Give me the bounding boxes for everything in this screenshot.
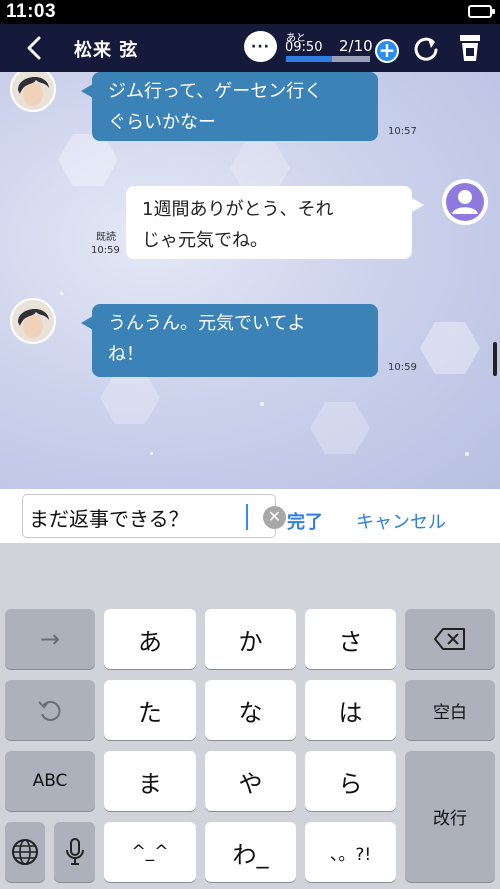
- key-ma[interactable]: ま: [104, 751, 196, 811]
- message-count: 2/10: [339, 37, 373, 55]
- key-label: た: [138, 698, 162, 727]
- chat-header: 松来 弦 ··· あと 09:50 2/10 +: [0, 24, 500, 72]
- backspace-icon: [434, 628, 465, 650]
- back-icon: [27, 36, 41, 60]
- user-avatar[interactable]: [442, 179, 488, 225]
- message-bubble-incoming[interactable]: ジム行って、ゲーセン行く ぐらいかなー: [81, 72, 378, 141]
- key-label: ^_^: [131, 842, 169, 862]
- key-ta[interactable]: た: [104, 680, 196, 740]
- avatar-icon: [12, 300, 54, 342]
- arrow-right-icon: →: [39, 625, 61, 653]
- chat-area[interactable]: ジム行って、ゲーセン行く ぐらいかなー 10:57 既読 10:59 1週間あり…: [0, 72, 500, 489]
- done-button[interactable]: 完了: [287, 508, 323, 534]
- message-text: ジム行って、ゲーセン行く: [108, 81, 323, 102]
- key-label: 空白: [433, 702, 467, 723]
- contact-avatar[interactable]: [10, 72, 56, 112]
- key-emoticon[interactable]: ^_^: [104, 822, 196, 882]
- remaining-progress-bar: [286, 56, 370, 62]
- scrollbar[interactable]: [493, 342, 497, 376]
- more-icon: ···: [251, 38, 270, 55]
- key-punctuation[interactable]: 、。?!: [305, 822, 396, 882]
- message-bubble-outgoing[interactable]: 1週間ありがとう、それ じゃ元気でね。: [126, 186, 424, 259]
- dictation-key[interactable]: [54, 822, 95, 882]
- message-text: ね！: [108, 344, 144, 365]
- read-receipt: 既読: [96, 232, 116, 243]
- key-ra[interactable]: ら: [305, 751, 396, 811]
- user-avatar-icon: [443, 180, 487, 224]
- message-text: じゃ元気でね。: [142, 230, 268, 251]
- sparkle: [60, 292, 63, 295]
- backspace-key[interactable]: [405, 609, 495, 669]
- status-bar: 11:03: [0, 0, 500, 24]
- key-wa[interactable]: わ_: [205, 822, 296, 882]
- contact-name: 松来 弦: [74, 40, 139, 61]
- key-label: あ: [138, 627, 162, 656]
- avatar-icon: [12, 72, 54, 110]
- undo-icon: [38, 701, 61, 721]
- cancel-button[interactable]: キャンセル: [356, 508, 446, 534]
- sparkle: [465, 452, 469, 456]
- message-bubble-incoming[interactable]: うんうん。元気でいてよ ね！: [81, 304, 378, 377]
- space-key[interactable]: 空白: [405, 680, 495, 740]
- key-ka[interactable]: か: [205, 609, 296, 669]
- key-label: や: [238, 769, 263, 798]
- app-menu-button[interactable]: [455, 33, 485, 63]
- background-decoration: [100, 372, 160, 424]
- message-text: ぐらいかなー: [108, 112, 216, 133]
- battery-icon: [468, 5, 495, 18]
- more-button[interactable]: ···: [244, 31, 277, 62]
- clear-input-button[interactable]: ✕: [263, 506, 286, 529]
- progress-fill: [286, 56, 333, 62]
- refresh-button[interactable]: [411, 34, 441, 64]
- app-icon: [460, 35, 480, 61]
- keyboard: → あ か さ た な は 空白 ABC ま や ら 改行 ^_^ わ_ 、。?…: [0, 543, 500, 889]
- plus-icon: +: [378, 38, 396, 62]
- add-messages-button[interactable]: +: [375, 39, 399, 63]
- message-input-value: まだ返事できる？: [29, 507, 189, 531]
- background-decoration: [58, 134, 118, 186]
- globe-key[interactable]: [5, 822, 45, 882]
- sparkle: [150, 452, 153, 455]
- return-key[interactable]: 改行: [405, 751, 495, 882]
- key-label: さ: [338, 627, 363, 656]
- key-a[interactable]: あ: [104, 609, 196, 669]
- key-ya[interactable]: や: [205, 751, 296, 811]
- status-time: 11:03: [6, 1, 57, 22]
- key-label: ら: [338, 769, 363, 798]
- message-time: 10:59: [91, 245, 120, 256]
- key-label: 、。?!: [329, 844, 372, 865]
- background-decoration: [420, 322, 480, 374]
- key-label: は: [338, 698, 363, 727]
- background-decoration: [310, 402, 370, 454]
- message-input[interactable]: まだ返事できる？ ✕: [22, 494, 286, 538]
- key-sa[interactable]: さ: [305, 609, 396, 669]
- key-ha[interactable]: は: [305, 680, 396, 740]
- message-time: 10:57: [388, 126, 417, 137]
- key-label: わ_: [232, 840, 269, 869]
- message-text: うんうん。元気でいてよ: [108, 313, 306, 334]
- abc-key[interactable]: ABC: [5, 751, 95, 811]
- key-label: ま: [138, 769, 162, 798]
- message-text: 1週間ありがとう、それ: [142, 199, 334, 220]
- globe-icon: [12, 839, 38, 865]
- clear-icon: ✕: [267, 507, 282, 526]
- undo-key[interactable]: [5, 680, 95, 740]
- key-label: 改行: [433, 809, 467, 829]
- key-label: な: [238, 698, 263, 727]
- contact-avatar[interactable]: [10, 298, 56, 344]
- next-candidate-key[interactable]: →: [5, 609, 95, 669]
- text-caret: [246, 504, 248, 530]
- back-button[interactable]: [20, 34, 48, 62]
- key-label: ABC: [32, 771, 68, 791]
- remaining-time: 09:50: [285, 40, 323, 55]
- message-time: 10:59: [388, 362, 417, 373]
- refresh-icon: [414, 37, 438, 61]
- key-label: か: [238, 627, 263, 656]
- key-na[interactable]: な: [205, 680, 296, 740]
- sparkle: [260, 402, 264, 406]
- microphone-icon: [65, 838, 84, 865]
